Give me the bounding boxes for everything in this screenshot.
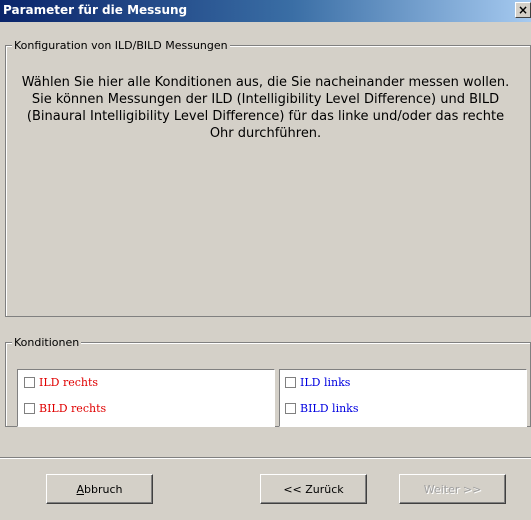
checkbox-bild-rechts[interactable]: BILD rechts (24, 400, 106, 416)
close-button[interactable]: × (515, 2, 531, 18)
checkbox-ild-rechts[interactable]: ILD rechts (24, 374, 98, 390)
checkbox-icon[interactable] (285, 402, 296, 414)
checkbox-label: BILD rechts (39, 401, 107, 415)
right-ear-conditions-list: ILD rechts BILD rechts (17, 369, 275, 427)
left-ear-conditions-list: ILD links BILD links (279, 369, 527, 427)
window-title: Parameter für die Messung (3, 3, 188, 17)
cancel-label: bbruch (84, 482, 123, 496)
checkbox-icon[interactable] (285, 376, 296, 388)
checkbox-label: ILD rechts (39, 375, 99, 389)
button-separator (0, 457, 531, 459)
checkbox-icon[interactable] (24, 402, 35, 414)
conditions-group-legend: Konditionen (12, 336, 82, 349)
back-button[interactable]: << Zurück (260, 474, 367, 504)
close-icon: × (517, 3, 529, 17)
checkbox-label: BILD links (300, 401, 359, 415)
cancel-button[interactable]: Abbruch (46, 474, 153, 504)
cancel-accelerator: A (76, 482, 85, 496)
checkbox-label: ILD links (300, 375, 351, 389)
checkbox-bild-links[interactable]: BILD links (285, 400, 358, 416)
title-bar: Parameter für die Messung × (0, 0, 531, 22)
checkbox-icon[interactable] (24, 376, 35, 388)
next-button[interactable]: Weiter >> (399, 474, 506, 504)
info-text: Wählen Sie hier alle Konditionen aus, di… (21, 75, 510, 141)
checkbox-ild-links[interactable]: ILD links (285, 374, 350, 390)
config-group-legend: Konfiguration von ILD/BILD Messungen (12, 39, 230, 52)
